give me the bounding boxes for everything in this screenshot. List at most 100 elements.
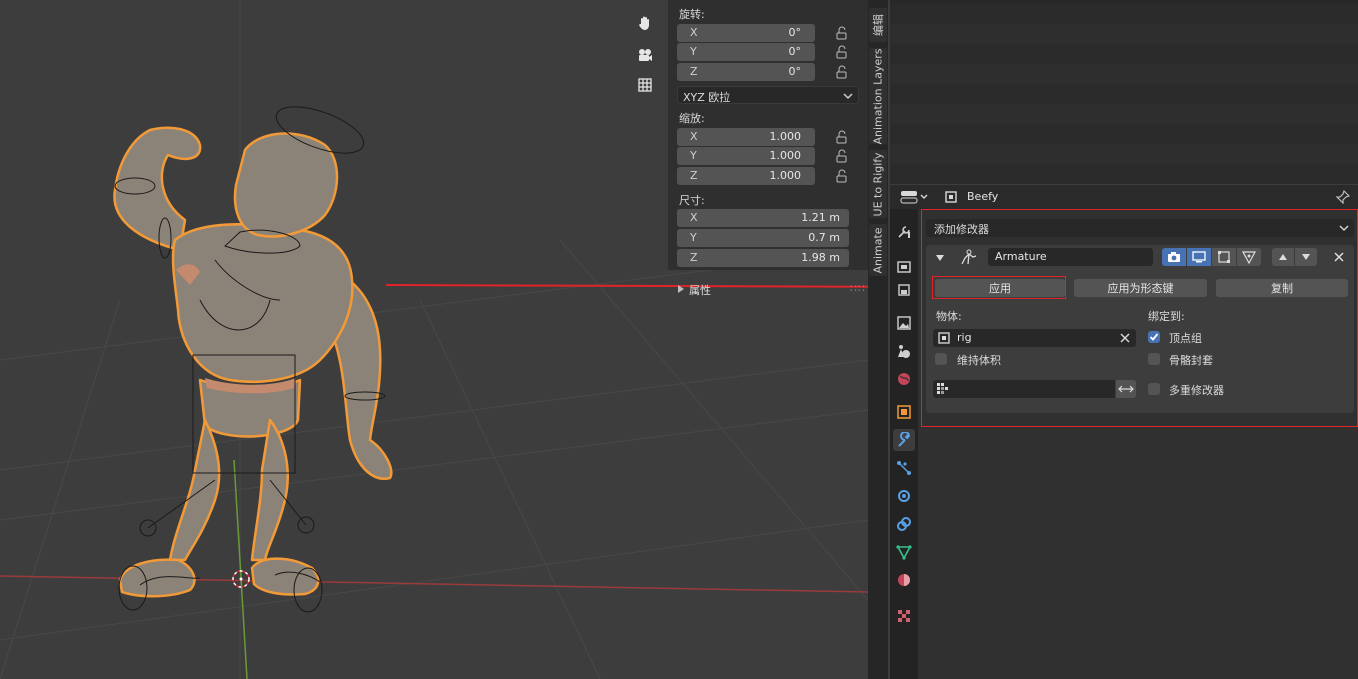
list-item[interactable] bbox=[890, 164, 1358, 184]
tool-tab[interactable] bbox=[893, 221, 915, 243]
properties-editor: Beefy 添加修改器 Armature 应用 应用为形态键 复制 物体: ri… bbox=[890, 185, 1358, 679]
invert-vertex-group-toggle[interactable] bbox=[1116, 380, 1136, 398]
properties-subpanel-header[interactable]: 属性 ∷∷ bbox=[676, 282, 866, 298]
vertex-group-field[interactable] bbox=[933, 380, 1115, 398]
arrow-up-icon bbox=[1279, 254, 1287, 260]
object-tab[interactable] bbox=[893, 401, 915, 423]
checkmark-icon bbox=[1149, 333, 1159, 341]
physics-tab[interactable] bbox=[893, 485, 915, 507]
apply-as-shape-key-button[interactable]: 应用为形态键 bbox=[1074, 279, 1207, 297]
editmode-toggle[interactable] bbox=[1212, 248, 1236, 266]
render-icon bbox=[897, 261, 911, 273]
swap-arrows-icon bbox=[1118, 385, 1134, 393]
scale-label: 缩放: bbox=[679, 112, 705, 125]
outliner-area[interactable] bbox=[890, 0, 1358, 184]
particles-icon bbox=[897, 461, 911, 475]
bind-to-label: 绑定到: bbox=[1148, 310, 1185, 323]
add-modifier-select[interactable]: 添加修改器 bbox=[926, 219, 1354, 237]
list-item[interactable] bbox=[890, 104, 1358, 124]
3d-viewport[interactable]: 旋转: X 0° Y 0° Z 0° XYZ 欧拉 缩放: X 1.000 Y 1.000… bbox=[0, 0, 868, 679]
list-item[interactable] bbox=[890, 84, 1358, 104]
monitor-icon bbox=[1192, 251, 1206, 263]
modifier-name-value: Armature bbox=[995, 250, 1047, 263]
output-tab[interactable] bbox=[893, 279, 915, 301]
particles-tab[interactable] bbox=[893, 457, 915, 479]
viewport-toggle[interactable] bbox=[1187, 248, 1211, 266]
world-tab[interactable] bbox=[893, 368, 915, 390]
pin-icon[interactable] bbox=[1336, 190, 1350, 204]
copy-button[interactable]: 复制 bbox=[1216, 279, 1348, 297]
rotation-y-field[interactable]: Y 0° bbox=[677, 43, 815, 61]
lock-rotation-x-icon[interactable] bbox=[835, 26, 849, 40]
list-item[interactable] bbox=[890, 44, 1358, 64]
view-layer-tab[interactable] bbox=[893, 312, 915, 334]
scale-x-field[interactable]: X 1.000 bbox=[677, 128, 815, 146]
texture-icon bbox=[898, 610, 910, 622]
tab-animate[interactable]: Animate bbox=[869, 224, 887, 276]
rotation-x-field[interactable]: X 0° bbox=[677, 24, 815, 42]
texture-tab[interactable] bbox=[893, 605, 915, 627]
collapse-triangle-icon[interactable] bbox=[934, 252, 946, 264]
object-field[interactable]: rig bbox=[933, 329, 1136, 347]
chevron-down-icon bbox=[843, 93, 853, 100]
lock-rotation-z-icon[interactable] bbox=[835, 65, 849, 79]
pan-hand-icon[interactable] bbox=[632, 10, 658, 36]
preserve-volume-label: 维持体积 bbox=[957, 354, 1001, 367]
move-up-button[interactable] bbox=[1272, 248, 1294, 266]
ortho-grid-icon[interactable] bbox=[632, 72, 658, 98]
list-item[interactable] bbox=[890, 144, 1358, 164]
dimensions-z-field[interactable]: Z 1.98 m bbox=[677, 249, 849, 267]
lock-scale-y-icon[interactable] bbox=[835, 149, 849, 163]
on-cage-toggle[interactable] bbox=[1237, 248, 1261, 266]
multi-modifier-checkbox[interactable] bbox=[1148, 383, 1160, 395]
properties-header: Beefy bbox=[890, 185, 1358, 209]
sidebar-tab-strip: 编辑 Animation Layers UE to Rigify Animate bbox=[868, 0, 888, 679]
move-down-button[interactable] bbox=[1295, 248, 1317, 266]
clear-icon[interactable] bbox=[1120, 333, 1130, 343]
chevron-down-icon bbox=[1339, 225, 1349, 232]
list-item[interactable] bbox=[890, 124, 1358, 144]
material-icon bbox=[898, 574, 910, 586]
vertex-group-icon bbox=[937, 383, 948, 394]
dimensions-x-field[interactable]: X 1.21 m bbox=[677, 209, 849, 227]
list-item[interactable] bbox=[890, 4, 1358, 24]
bone-envelopes-checkbox[interactable] bbox=[1148, 353, 1160, 365]
physics-icon bbox=[898, 490, 910, 502]
rotation-mode-select[interactable]: XYZ 欧拉 bbox=[677, 86, 859, 104]
tool-icon bbox=[898, 226, 910, 238]
camera-view-icon[interactable] bbox=[632, 42, 658, 68]
lock-scale-x-icon[interactable] bbox=[835, 130, 849, 144]
material-tab[interactable] bbox=[893, 569, 915, 591]
scale-y-field[interactable]: Y 1.000 bbox=[677, 147, 815, 165]
tab-animation-layers[interactable]: Animation Layers bbox=[869, 48, 887, 144]
rotation-z-field[interactable]: Z 0° bbox=[677, 63, 815, 81]
list-item[interactable] bbox=[890, 64, 1358, 84]
modifier-tab[interactable] bbox=[893, 429, 915, 451]
data-tab[interactable] bbox=[893, 541, 915, 563]
arrow-down-icon bbox=[1302, 254, 1310, 260]
vertex-groups-checkbox[interactable] bbox=[1148, 331, 1160, 343]
world-icon bbox=[898, 373, 910, 385]
preserve-volume-checkbox[interactable] bbox=[935, 353, 947, 365]
modifier-name-input[interactable]: Armature bbox=[988, 248, 1153, 266]
drag-handle-icon[interactable]: ∷∷ bbox=[850, 282, 866, 295]
render-tab[interactable] bbox=[893, 255, 915, 277]
editor-type-button[interactable] bbox=[900, 189, 930, 205]
edit-mode-icon bbox=[1218, 251, 1230, 263]
multi-modifier-label: 多重修改器 bbox=[1169, 384, 1224, 397]
edit-mode-toggle[interactable] bbox=[1162, 248, 1186, 266]
tab-ue-to-rigify[interactable]: UE to Rigify bbox=[869, 150, 887, 218]
dimensions-y-field[interactable]: Y 0.7 m bbox=[677, 229, 849, 247]
list-item[interactable] bbox=[890, 24, 1358, 44]
wrench-icon bbox=[898, 432, 911, 447]
lock-scale-z-icon[interactable] bbox=[835, 169, 849, 183]
properties-tab-column bbox=[890, 209, 918, 679]
dimensions-label: 尺寸: bbox=[679, 194, 705, 207]
constraints-tab[interactable] bbox=[893, 513, 915, 535]
lock-rotation-y-icon[interactable] bbox=[835, 45, 849, 59]
tab-edit[interactable]: 编辑 bbox=[869, 8, 887, 42]
scale-z-field[interactable]: Z 1.000 bbox=[677, 167, 815, 185]
scene-tab[interactable] bbox=[893, 340, 915, 362]
object-icon bbox=[938, 332, 950, 344]
close-icon[interactable] bbox=[1333, 251, 1345, 263]
